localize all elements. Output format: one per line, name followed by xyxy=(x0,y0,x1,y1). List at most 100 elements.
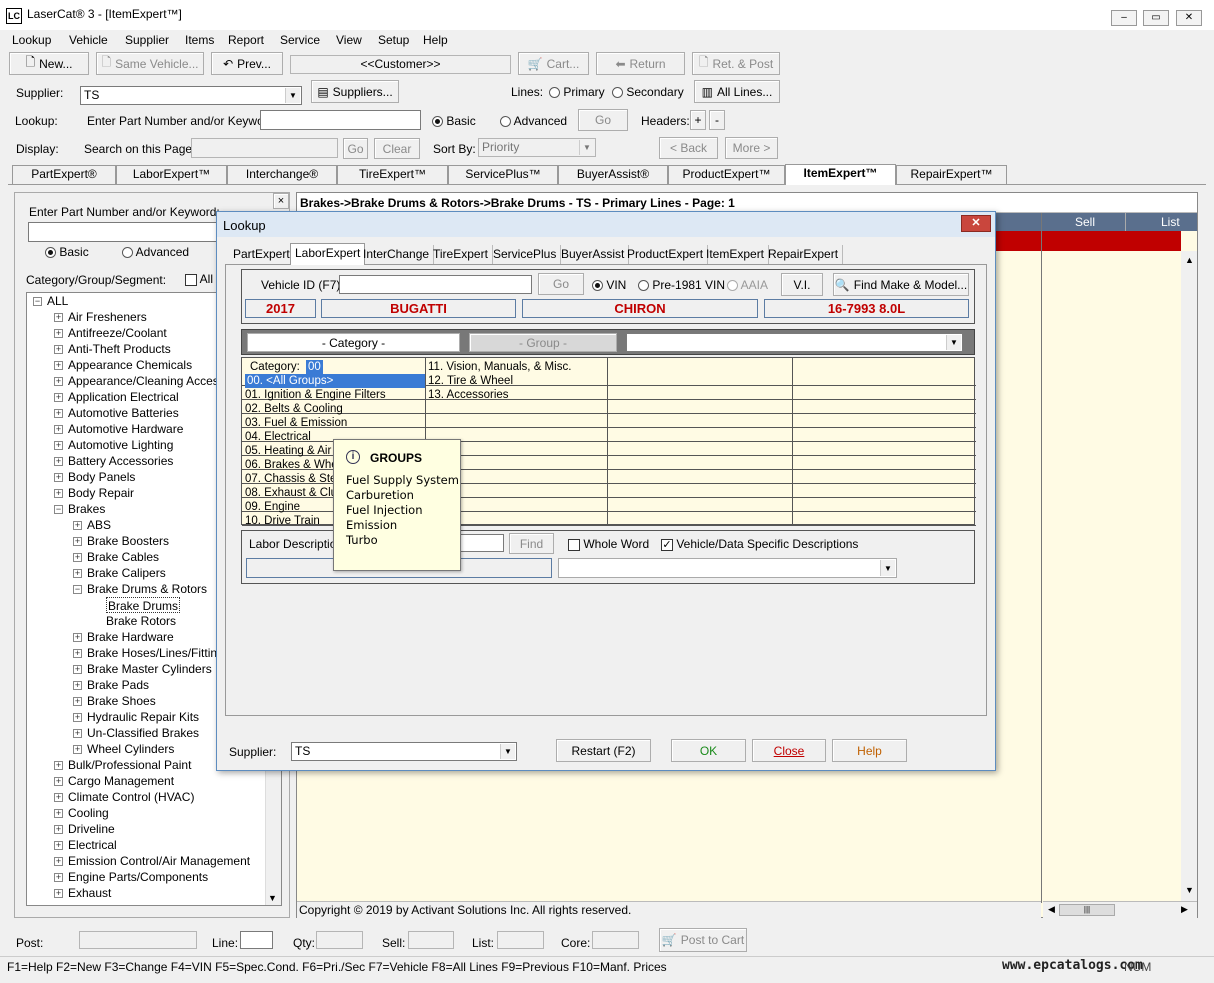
menu-report[interactable]: Report xyxy=(228,33,264,47)
tree-expander-icon[interactable]: + xyxy=(54,841,63,850)
labor-option-select[interactable]: ▼ xyxy=(558,558,897,578)
tree-expander-icon[interactable]: + xyxy=(54,777,63,786)
dtab-partexpert[interactable]: PartExpert xyxy=(229,245,295,264)
menu-vehicle[interactable]: Vehicle xyxy=(69,33,108,47)
tree-expander-icon[interactable]: + xyxy=(54,457,63,466)
tree-item-all[interactable]: ALL xyxy=(47,293,68,309)
tree-item[interactable]: ABS xyxy=(87,517,111,533)
customer-field[interactable]: <<Customer>> xyxy=(290,55,511,74)
tree-item[interactable]: Exhaust xyxy=(68,885,111,901)
tree-expander-icon[interactable]: + xyxy=(54,313,63,322)
tree-item[interactable]: Electrical xyxy=(68,837,117,853)
tree-item[interactable]: Application Electrical xyxy=(68,389,179,405)
tab-laborexpert[interactable]: LaborExpert™ xyxy=(116,165,227,184)
tree-expander-icon[interactable]: + xyxy=(54,409,63,418)
tree-item[interactable]: Brake Master Cylinders xyxy=(87,661,212,677)
tree-item-selected[interactable]: Brake Drums xyxy=(106,597,181,613)
horizontal-scrollbar[interactable]: ◀ ||| ▶ xyxy=(1043,901,1197,918)
left-basic-radio[interactable]: Basic xyxy=(45,245,89,259)
search-go-button[interactable]: Go xyxy=(343,138,368,159)
sort-by-select[interactable]: Priority ▼ xyxy=(478,138,596,157)
dtab-interchange[interactable]: InterChange xyxy=(359,245,435,264)
tree-item[interactable]: Brake Calipers xyxy=(87,565,166,581)
lookup-input[interactable] xyxy=(260,110,421,130)
scroll-up-icon[interactable]: ▲ xyxy=(1185,255,1194,265)
tree-expander-icon[interactable]: + xyxy=(73,521,82,530)
tree-expander-icon[interactable]: + xyxy=(73,697,82,706)
vehicle-specific-checkbox[interactable]: ✓ Vehicle/Data Specific Descriptions xyxy=(661,537,858,551)
category-code-input[interactable]: 00 xyxy=(306,360,323,374)
tree-expander-icon[interactable]: + xyxy=(73,553,82,562)
tree-expander-icon[interactable]: + xyxy=(54,425,63,434)
menu-supplier[interactable]: Supplier xyxy=(125,33,169,47)
tree-item[interactable]: Automotive Hardware xyxy=(68,421,183,437)
find-button[interactable]: Find xyxy=(509,533,554,554)
menu-view[interactable]: View xyxy=(336,33,362,47)
tree-expander-icon[interactable]: + xyxy=(54,489,63,498)
dtab-serviceplus[interactable]: ServicePlus xyxy=(489,245,562,264)
category-item[interactable]: 03. Fuel & Emission xyxy=(245,416,425,430)
category-item-selected[interactable]: 00. <All Groups> xyxy=(245,374,425,388)
tree-item[interactable]: Body Panels xyxy=(68,469,135,485)
clear-button[interactable]: Clear xyxy=(374,138,420,159)
tree-expander-icon[interactable]: + xyxy=(73,681,82,690)
vehicle-id-input[interactable] xyxy=(339,275,532,294)
minimize-button[interactable]: – xyxy=(1111,10,1137,26)
tree-expander-icon[interactable]: + xyxy=(54,473,63,482)
tab-partexpert[interactable]: PartExpert® xyxy=(12,165,116,184)
category-item[interactable]: 13. Accessories xyxy=(428,388,509,402)
tree-expander-icon[interactable]: − xyxy=(33,297,42,306)
qty-field[interactable] xyxy=(316,931,363,949)
dtab-repairexpert[interactable]: RepairExpert xyxy=(764,245,844,264)
ok-button[interactable]: OK xyxy=(671,739,746,762)
basic-radio[interactable]: Basic xyxy=(432,114,476,128)
ret-post-button[interactable]: 🗋 Ret. & Post xyxy=(692,52,780,75)
category-item[interactable]: 12. Tire & Wheel xyxy=(428,374,513,388)
tree-item[interactable]: Hydraulic Repair Kits xyxy=(87,709,199,725)
tree-item[interactable]: Body Repair xyxy=(68,485,134,501)
headers-minus-button[interactable]: - xyxy=(709,110,725,130)
tree-expander-icon[interactable]: + xyxy=(54,329,63,338)
primary-radio[interactable]: Primary xyxy=(549,85,605,99)
tree-item[interactable]: Un-Classified Brakes xyxy=(87,725,199,741)
scroll-down-icon[interactable]: ▼ xyxy=(268,893,277,903)
tree-item[interactable]: Cooling xyxy=(68,805,109,821)
tree-expander-icon[interactable]: + xyxy=(54,809,63,818)
tab-interchange[interactable]: Interchange® xyxy=(227,165,337,184)
tab-tireexpert[interactable]: TireExpert™ xyxy=(337,165,448,184)
tree-expander-icon[interactable]: − xyxy=(54,505,63,514)
return-button[interactable]: ⬅ Return xyxy=(596,52,685,75)
category-item[interactable]: 02. Belts & Cooling xyxy=(245,402,425,416)
tree-expander-icon[interactable]: + xyxy=(54,857,63,866)
tree-item[interactable]: Automotive Lighting xyxy=(68,437,173,453)
scroll-down-icon[interactable]: ▼ xyxy=(1185,885,1194,895)
tree-expander-icon[interactable]: + xyxy=(73,729,82,738)
all-checkbox[interactable]: All xyxy=(185,272,213,286)
tree-item[interactable]: Appearance Chemicals xyxy=(68,357,192,373)
tree-item[interactable]: Brake Boosters xyxy=(87,533,169,549)
more-button[interactable]: More > xyxy=(725,137,778,159)
tree-expander-icon[interactable]: + xyxy=(73,745,82,754)
tree-item[interactable]: Emission Control/Air Management xyxy=(68,853,250,869)
tree-expander-icon[interactable]: + xyxy=(73,649,82,658)
post-to-cart-button[interactable]: 🛒 Post to Cart xyxy=(659,928,747,952)
dtab-laborexpert[interactable]: LaborExpert xyxy=(290,243,366,265)
left-lookup-input[interactable] xyxy=(28,222,218,242)
close-button[interactable]: Close xyxy=(752,739,826,762)
tree-expander-icon[interactable]: + xyxy=(73,713,82,722)
help-button[interactable]: Help xyxy=(832,739,907,762)
supplier-select[interactable]: TS ▼ xyxy=(80,86,302,105)
secondary-radio[interactable]: Secondary xyxy=(612,85,684,99)
tree-item[interactable]: Battery Accessories xyxy=(68,453,173,469)
find-make-model-button[interactable]: 🔍 Find Make & Model... xyxy=(833,273,969,296)
tree-expander-icon[interactable]: + xyxy=(54,377,63,386)
scroll-thumb[interactable]: ||| xyxy=(1059,904,1115,916)
scroll-left-icon[interactable]: ◀ xyxy=(1048,904,1055,915)
tree-item[interactable]: Air Fresheners xyxy=(68,309,147,325)
sell-field[interactable] xyxy=(408,931,454,949)
left-advanced-radio[interactable]: Advanced xyxy=(122,245,189,259)
tree-expander-icon[interactable]: + xyxy=(54,393,63,402)
tab-productexpert[interactable]: ProductExpert™ xyxy=(668,165,785,184)
menu-help[interactable]: Help xyxy=(423,33,448,47)
tree-item[interactable]: Engine Parts/Components xyxy=(68,869,208,885)
